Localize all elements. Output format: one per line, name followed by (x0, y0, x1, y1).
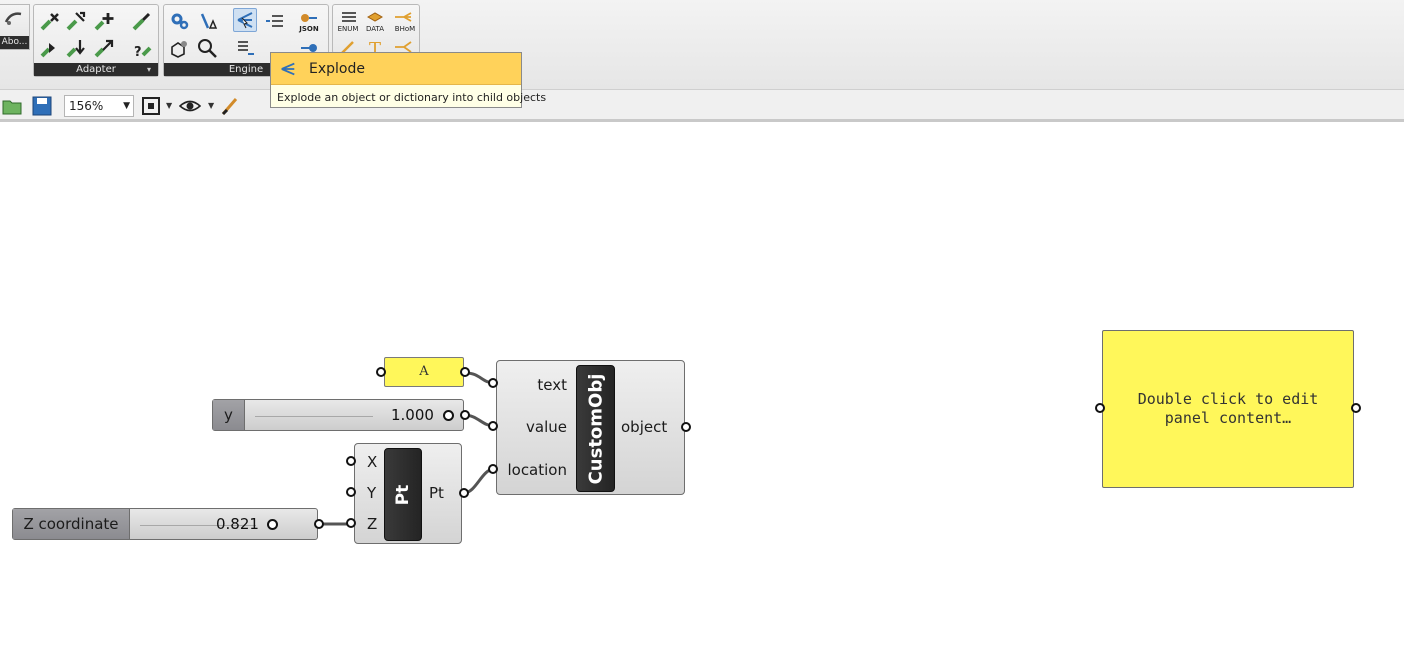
adapter-expand-icon[interactable]: ▾ (147, 65, 155, 75)
point-component[interactable]: X Y Z Pt Pt (354, 443, 462, 544)
move-icon[interactable] (64, 9, 88, 33)
point-output-grip[interactable] (459, 488, 469, 498)
custom-object-title: CustomObj (585, 373, 606, 484)
geometry-icon[interactable] (167, 36, 191, 60)
svg-text:?: ? (134, 45, 142, 59)
point-y-grip[interactable] (346, 487, 356, 497)
slider-y-track[interactable]: 1.000 (245, 400, 463, 430)
enum-label: ENUM (337, 25, 359, 33)
point-input-z: Z (367, 515, 378, 533)
slider-y-value: 1.000 (391, 406, 434, 424)
point-x-grip[interactable] (346, 456, 356, 466)
list-icon[interactable] (263, 9, 287, 33)
custom-object-text-grip[interactable] (488, 378, 498, 388)
adapter-group-label: Adapter (34, 63, 158, 76)
point-input-x: X (367, 453, 378, 471)
grasshopper-window: Abo... ? Adapter ▾ JSON Engine ENUM DATA… (0, 0, 1404, 668)
about-label: Abo... (0, 36, 29, 49)
search-icon[interactable] (195, 36, 219, 60)
point-output: Pt (429, 484, 444, 502)
zoom-extents-icon[interactable] (139, 94, 163, 118)
text-panel[interactable]: A (384, 357, 464, 387)
point-z-grip[interactable] (346, 518, 356, 528)
bhom-label: BHoM (394, 25, 416, 33)
push-icon[interactable] (92, 9, 116, 33)
pull-icon[interactable] (38, 36, 62, 60)
note-panel[interactable]: Double click to edit panel content… (1102, 330, 1354, 488)
slider-y-output-grip[interactable] (460, 410, 470, 420)
open-file-icon[interactable] (0, 94, 24, 118)
slider-z[interactable]: Z coordinate 0.821 (12, 508, 318, 540)
about-group[interactable]: Abo... (0, 4, 30, 50)
custom-object-value-grip[interactable] (488, 421, 498, 431)
note-panel-input-grip[interactable] (1095, 403, 1105, 413)
data-label: DATA (365, 25, 385, 33)
custom-object-location-grip[interactable] (488, 464, 498, 474)
upload-icon[interactable] (92, 36, 116, 60)
json-label: JSON (299, 25, 319, 33)
save-file-icon[interactable] (30, 94, 54, 118)
execute-icon[interactable] (130, 9, 154, 33)
ribbon: Abo... ? Adapter ▾ JSON Engine ENUM DATA… (0, 0, 1404, 90)
explode-button[interactable] (233, 8, 257, 32)
zoom-extents-chevron-icon[interactable]: ▼ (166, 101, 172, 110)
slider-z-knob[interactable] (267, 519, 278, 530)
zoom-select[interactable]: 156% ▼ (64, 95, 134, 117)
compute-icon[interactable] (195, 9, 219, 33)
point-component-title: Pt (393, 484, 413, 505)
tooltip-description: Explode an object or dictionary into chi… (277, 91, 547, 104)
chevron-down-icon[interactable]: ▼ (123, 96, 130, 116)
canvas-toolbar: 156% ▼ ▼ ▼ (0, 90, 1404, 122)
text-panel-output-grip[interactable] (460, 367, 470, 377)
explode-icon (281, 62, 295, 75)
preview-chevron-icon[interactable]: ▼ (208, 101, 214, 110)
note-panel-text: Double click to edit panel content… (1137, 390, 1319, 427)
custom-object-output: object (621, 418, 668, 436)
list-sort-icon[interactable] (233, 36, 257, 60)
custom-object-input-text: text (537, 376, 567, 394)
text-panel-input-grip[interactable] (376, 367, 386, 377)
explode-tooltip: Explode Explode an object or dictionary … (270, 52, 547, 108)
slider-y[interactable]: y 1.000 (212, 399, 464, 431)
preview-eye-icon[interactable] (178, 94, 202, 118)
custom-object-input-value: value (526, 418, 567, 436)
custom-object-core[interactable]: CustomObj (576, 365, 615, 492)
point-component-core[interactable]: Pt (384, 448, 422, 541)
zoom-value: 156% (69, 99, 104, 113)
point-input-y: Y (367, 484, 377, 502)
adapter-group: ? Adapter ▾ (33, 4, 159, 77)
note-panel-output-grip[interactable] (1351, 403, 1361, 413)
custom-object-output-grip[interactable] (681, 422, 691, 432)
slider-y-knob[interactable] (443, 410, 454, 421)
settings-icon[interactable] (167, 9, 191, 33)
sketch-brush-icon[interactable] (219, 94, 243, 118)
slider-z-name: Z coordinate (13, 509, 130, 539)
custom-object-component[interactable]: text value location CustomObj object (496, 360, 685, 495)
query-icon[interactable]: ? (130, 36, 154, 60)
slider-z-output-grip[interactable] (314, 519, 324, 529)
remove-icon[interactable] (38, 9, 62, 33)
tooltip-title: Explode (309, 60, 365, 77)
slider-y-name: y (213, 400, 245, 430)
download-icon[interactable] (64, 36, 88, 60)
type-group: ENUM DATA BHoM T (332, 4, 420, 58)
custom-object-input-location: location (507, 461, 567, 479)
slider-z-track[interactable]: 0.821 (130, 509, 317, 539)
tooltip-header: Explode (271, 53, 521, 85)
slider-y-ticks (255, 409, 373, 417)
about-icon[interactable] (2, 7, 26, 31)
slider-z-value: 0.821 (216, 515, 259, 533)
